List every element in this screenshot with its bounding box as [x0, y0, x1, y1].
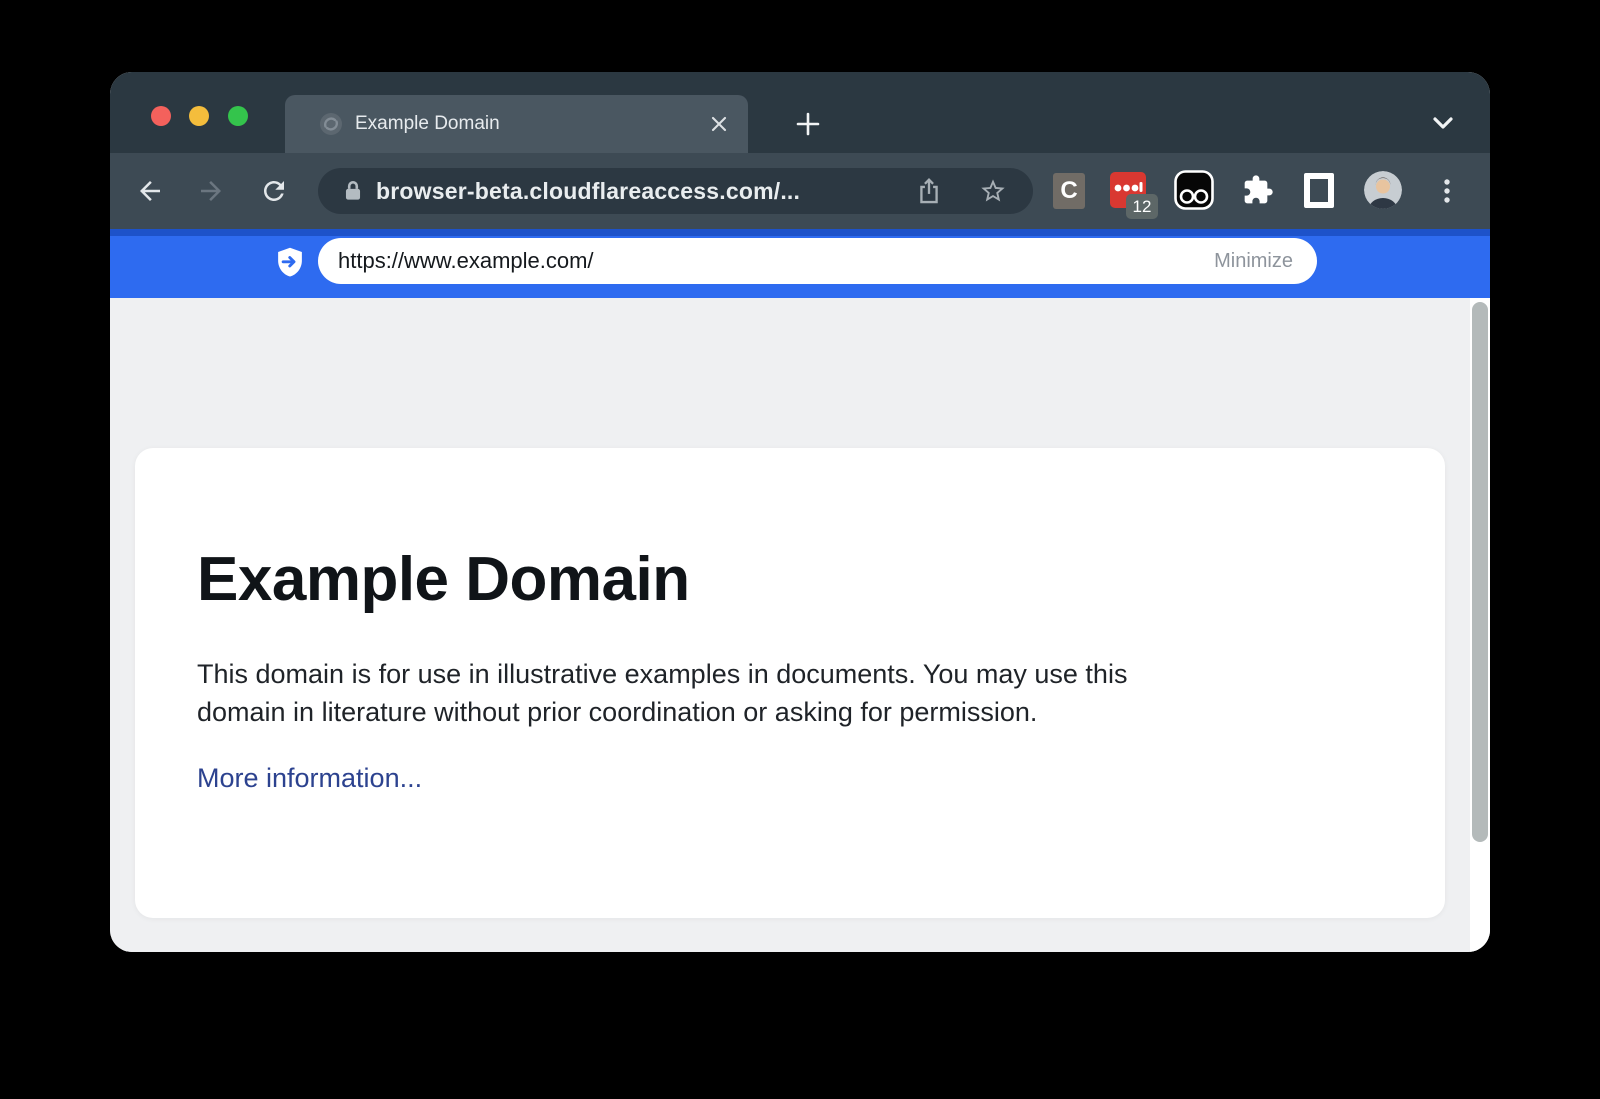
- browser-window: Example Domain browser-beta.clo: [110, 72, 1490, 952]
- scrollbar-track[interactable]: [1470, 298, 1490, 952]
- content-card: Example Domain This domain is for use in…: [135, 448, 1445, 918]
- page-paragraph: This domain is for use in illustrative e…: [197, 655, 1365, 731]
- extension-c-icon[interactable]: C: [1053, 173, 1085, 209]
- back-icon[interactable]: [135, 176, 165, 206]
- tab-favicon-globe-icon: [319, 112, 343, 136]
- minimize-button[interactable]: Minimize: [1214, 238, 1293, 284]
- isolation-bar: https://www.example.com/ Minimize: [110, 229, 1490, 298]
- reload-icon[interactable]: [259, 176, 289, 206]
- extension-badge: 12: [1126, 194, 1158, 219]
- shield-arrow-icon: [275, 246, 305, 280]
- lock-icon: [340, 178, 366, 204]
- extension-square-outline-icon[interactable]: [1304, 173, 1334, 208]
- close-window-button[interactable]: [151, 106, 171, 126]
- tab-title: Example Domain: [355, 95, 500, 153]
- page-title: Example Domain: [197, 544, 1365, 615]
- titlebar: Example Domain: [110, 72, 1490, 153]
- minimize-window-button[interactable]: [189, 106, 209, 126]
- toolbar: browser-beta.cloudflareaccess.com/... C: [110, 153, 1490, 229]
- more-information-link[interactable]: More information...: [197, 763, 422, 793]
- bookmark-star-icon[interactable]: [979, 177, 1007, 205]
- extensions-puzzle-icon[interactable]: [1242, 174, 1274, 206]
- new-tab-icon[interactable]: [794, 110, 822, 138]
- browser-menu-icon[interactable]: [1435, 177, 1459, 205]
- chevron-down-icon[interactable]: [1429, 109, 1457, 137]
- isolation-bar-top-strip: [110, 229, 1490, 236]
- zoom-window-button[interactable]: [228, 106, 248, 126]
- isolation-url-value[interactable]: https://www.example.com/: [338, 238, 594, 284]
- address-bar-url[interactable]: browser-beta.cloudflareaccess.com/...: [376, 168, 800, 214]
- forward-icon[interactable]: [196, 176, 226, 206]
- page-viewport: Example Domain This domain is for use in…: [110, 298, 1490, 952]
- tab-close-icon[interactable]: [708, 113, 730, 135]
- extension-two-circles-icon[interactable]: [1174, 170, 1214, 210]
- browser-tab[interactable]: Example Domain: [285, 95, 748, 153]
- share-icon[interactable]: [915, 177, 943, 205]
- profile-avatar[interactable]: [1364, 171, 1402, 209]
- address-bar[interactable]: browser-beta.cloudflareaccess.com/...: [318, 168, 1033, 214]
- scrollbar-thumb[interactable]: [1472, 302, 1488, 842]
- isolation-url-input[interactable]: https://www.example.com/ Minimize: [318, 238, 1317, 284]
- paragraph-line-2: domain in literature without prior coord…: [197, 693, 1365, 731]
- paragraph-line-1: This domain is for use in illustrative e…: [197, 655, 1365, 693]
